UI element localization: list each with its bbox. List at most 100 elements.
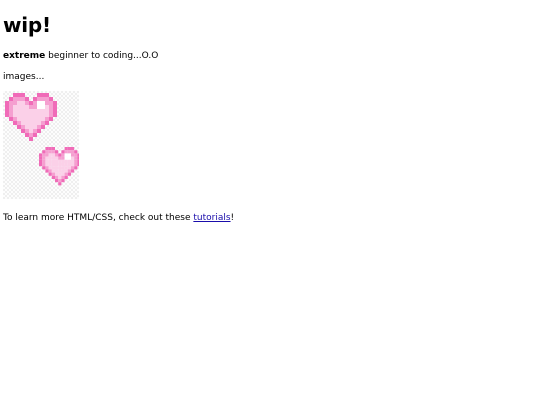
- heart-pixel: [74, 163, 78, 167]
- heart-pixel: [17, 117, 21, 121]
- heart-pixel: [5, 101, 9, 105]
- heart-pixel: [74, 159, 78, 163]
- heart-pixel: [42, 156, 46, 160]
- heart-pixel: [37, 125, 41, 129]
- heart-pixel: [51, 169, 55, 173]
- heart-pixel: [29, 109, 33, 113]
- heart-pixel: [67, 150, 71, 154]
- heart-pixel: [41, 109, 45, 113]
- heart-pixel: [29, 117, 33, 121]
- heart-pixel: [67, 159, 71, 163]
- heart-pixel: [45, 153, 49, 157]
- heart-pixel: [71, 166, 75, 170]
- heart-pixel: [51, 159, 55, 163]
- heart-pixel: [17, 121, 21, 125]
- heart-pixel: [41, 113, 45, 117]
- heart-pixel: [55, 179, 59, 183]
- heart-pixel: [33, 117, 37, 121]
- heart-pixel: [21, 93, 25, 97]
- intro-text: extreme beginner to coding...O.O: [3, 50, 158, 62]
- heart-pixel: [61, 153, 65, 157]
- heart-pixel: [42, 150, 46, 154]
- heart-pixel: [13, 117, 17, 121]
- heart-pixel: [67, 166, 71, 170]
- page-title: wip!: [3, 13, 51, 37]
- heart-pixel: [45, 163, 49, 167]
- heart-pixel: [9, 101, 13, 105]
- heart-pixel: [55, 159, 59, 163]
- heart-pixel: [55, 169, 59, 173]
- heart-pixel: [48, 156, 52, 160]
- heart-pixel: [21, 125, 25, 129]
- heart-pixel: [55, 153, 59, 157]
- heart-pixel: [45, 147, 49, 151]
- heart-pixel: [49, 101, 53, 105]
- heart-pixel: [5, 109, 9, 113]
- heart-pixel: [21, 113, 25, 117]
- heart-pixel: [29, 101, 33, 105]
- heart-pixel: [21, 117, 25, 121]
- heart-pixel: [13, 113, 17, 117]
- heart-pixel: [25, 101, 29, 105]
- heart-pixel: [51, 147, 55, 151]
- heart-pixel: [45, 105, 49, 109]
- heart-pixel: [17, 105, 21, 109]
- heart-pixel: [71, 150, 75, 154]
- heart-pixel: [41, 125, 45, 129]
- heart-pixel: [48, 163, 52, 167]
- heart-pixel: [48, 150, 52, 154]
- heart-pixel: [48, 169, 52, 173]
- heart-pixel: [9, 117, 13, 121]
- heart-pixel: [74, 156, 78, 160]
- heart-pixel: [77, 163, 79, 167]
- heart-pixel: [51, 153, 55, 157]
- heart-pixel: [48, 147, 52, 151]
- heart-pixel: [25, 117, 29, 121]
- heart-pixel: [61, 166, 65, 170]
- heart-pixel: [45, 159, 49, 163]
- heart-pixel: [45, 93, 49, 97]
- heart-pixel: [49, 117, 53, 121]
- heart-pixel: [29, 133, 33, 137]
- heart-pixel: [64, 156, 68, 160]
- heart-pixel: [58, 163, 62, 167]
- heart-pixel: [45, 113, 49, 117]
- heart-pixel: [55, 172, 59, 176]
- heart-pixel: [17, 113, 21, 117]
- heart-pixel: [21, 129, 25, 133]
- heart-pixel: [67, 163, 71, 167]
- heart-pixel: [25, 133, 29, 137]
- tutorials-link[interactable]: tutorials: [193, 213, 230, 223]
- heart-pixel: [37, 129, 41, 133]
- heart-pixel: [9, 109, 13, 113]
- heart-pixel: [29, 137, 33, 141]
- heart-pixel: [13, 93, 17, 97]
- heart-pixel: [42, 163, 46, 167]
- heart-pixel: [61, 179, 65, 183]
- heart-pixel: [64, 172, 68, 176]
- heart-pixel: [45, 166, 49, 170]
- heart-pixel: [33, 101, 37, 105]
- heart-pixel: [9, 113, 13, 117]
- heart-pixel: [51, 150, 55, 154]
- heart-pixel: [55, 150, 59, 154]
- heart-pixel: [45, 121, 49, 125]
- heart-pixel: [29, 129, 33, 133]
- heart-pixel: [58, 153, 62, 157]
- heart-pixel: [21, 109, 25, 113]
- heart-pixel: [55, 163, 59, 167]
- heart-pixel: [25, 105, 29, 109]
- heart-pixel: [33, 121, 37, 125]
- heart-pixel: [45, 117, 49, 121]
- heart-pixel: [21, 105, 25, 109]
- heart-pixel: [25, 125, 29, 129]
- heart-pixel: [53, 113, 57, 117]
- heart-pixel: [67, 172, 71, 176]
- heart-pixel: [41, 93, 45, 97]
- heart-pixel: [48, 172, 52, 176]
- heart-pixel: [77, 153, 79, 157]
- heart-pixel: [39, 163, 43, 167]
- heart-pixel: [45, 101, 49, 105]
- heart-pixel: [37, 113, 41, 117]
- heart-pixel: [37, 109, 41, 113]
